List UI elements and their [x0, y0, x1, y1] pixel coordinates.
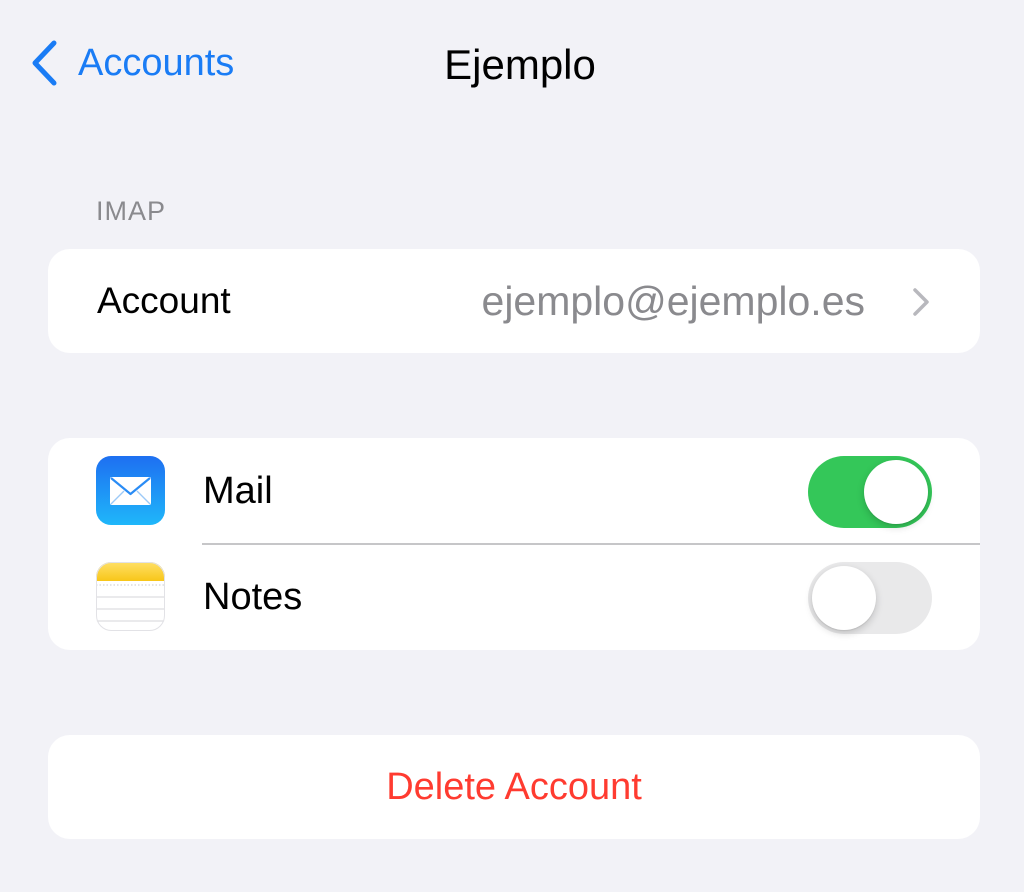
app-label-mail: Mail [203, 470, 273, 512]
app-row-notes: Notes [48, 544, 980, 650]
delete-group: Delete Account [48, 735, 980, 839]
toggle-knob [812, 566, 876, 630]
mail-app-icon [96, 456, 165, 525]
app-label-notes: Notes [203, 576, 303, 618]
app-row-mail: Mail [48, 438, 980, 545]
back-button-label: Accounts [78, 42, 235, 84]
section-header-imap: IMAP [96, 196, 167, 226]
back-button[interactable]: Accounts [30, 38, 234, 88]
delete-account-button[interactable]: Delete Account [48, 735, 980, 839]
account-label: Account [97, 280, 231, 321]
account-email-value: ejemplo@ejemplo.es [481, 278, 865, 324]
notes-app-icon [96, 562, 165, 631]
account-group: Account ejemplo@ejemplo.es [48, 249, 980, 353]
account-row[interactable]: Account ejemplo@ejemplo.es [48, 249, 980, 353]
mail-toggle[interactable] [808, 456, 932, 528]
apps-group: Mail Notes [48, 438, 980, 650]
toggle-knob [864, 460, 928, 524]
chevron-right-icon [912, 287, 930, 322]
chevron-left-icon [30, 39, 58, 87]
notes-toggle[interactable] [808, 562, 932, 634]
